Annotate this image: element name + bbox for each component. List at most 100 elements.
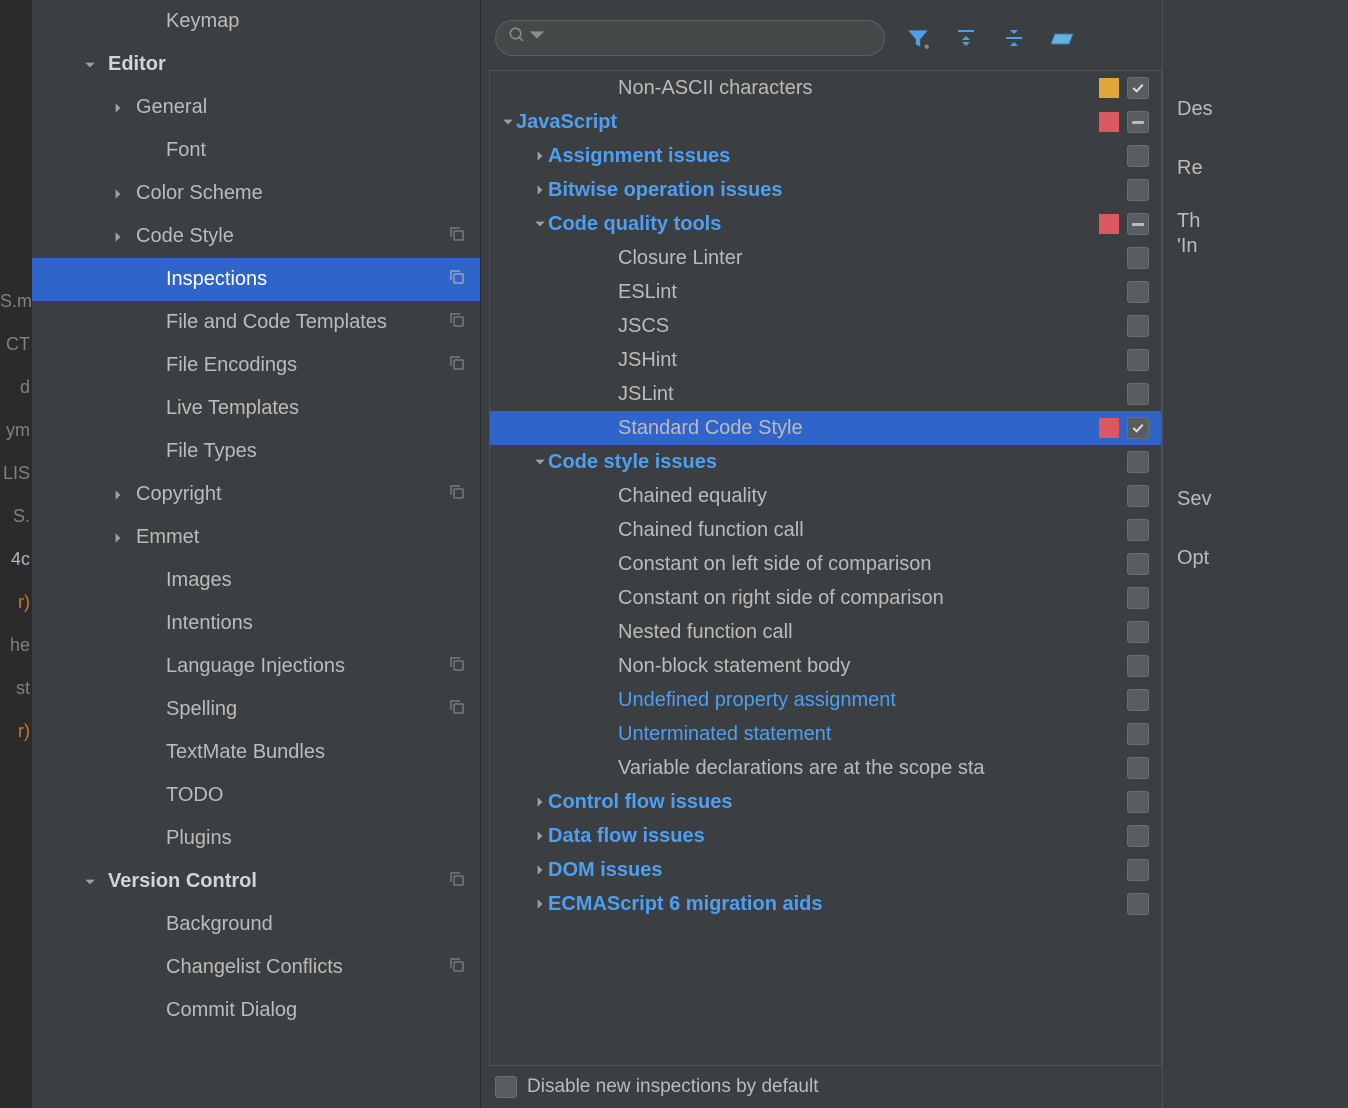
inspection-row[interactable]: Standard Code Style [490, 411, 1161, 445]
sidebar-item-plugins[interactable]: Plugins [32, 817, 480, 860]
inspection-row[interactable]: Non-block statement body [490, 649, 1161, 683]
collapse-all-button[interactable] [999, 23, 1029, 53]
inspection-checkbox[interactable] [1127, 179, 1149, 201]
inspection-row[interactable]: DOM issues [490, 853, 1161, 887]
sidebar-item-intentions[interactable]: Intentions [32, 602, 480, 645]
inspection-checkbox[interactable] [1127, 417, 1149, 439]
tree-arrow-icon [110, 231, 126, 243]
search-box[interactable] [495, 20, 885, 56]
inspection-checkbox[interactable] [1127, 111, 1149, 133]
inspection-row[interactable]: Control flow issues [490, 785, 1161, 819]
inspection-label: Code style issues [548, 451, 1127, 474]
inspection-row[interactable]: ECMAScript 6 migration aids [490, 887, 1161, 921]
sidebar-item-images[interactable]: Images [32, 559, 480, 602]
sidebar-item-inspections[interactable]: Inspections [32, 258, 480, 301]
inspections-tree[interactable]: Non-ASCII charactersJavaScriptAssignment… [489, 70, 1162, 1066]
inspection-checkbox[interactable] [1127, 349, 1149, 371]
inspection-checkbox[interactable] [1127, 383, 1149, 405]
inspection-checkbox[interactable] [1127, 757, 1149, 779]
inspection-checkbox[interactable] [1127, 655, 1149, 677]
sidebar-item-textmate-bundles[interactable]: TextMate Bundles [32, 731, 480, 774]
tree-arrow-icon [532, 796, 548, 808]
inspection-row[interactable]: JavaScript [490, 105, 1161, 139]
inspection-checkbox[interactable] [1127, 145, 1149, 167]
sidebar-item-copyright[interactable]: Copyright [32, 473, 480, 516]
inspection-row[interactable]: Constant on left side of comparison [490, 547, 1161, 581]
sidebar-item-changelist-conflicts[interactable]: Changelist Conflicts [32, 946, 480, 989]
settings-sidebar: KeymapEditorGeneral Font Color SchemeCode … [32, 0, 480, 1108]
sidebar-item-todo[interactable]: TODO [32, 774, 480, 817]
inspection-label: Bitwise operation issues [548, 179, 1127, 202]
sidebar-item-file-and-code-templates[interactable]: File and Code Templates [32, 301, 480, 344]
sidebar-item-font[interactable]: Font [32, 129, 480, 172]
inspection-checkbox[interactable] [1127, 621, 1149, 643]
inspection-checkbox[interactable] [1127, 77, 1149, 99]
inspection-label: Undefined property assignment [618, 689, 1127, 712]
reset-button[interactable] [1047, 23, 1077, 53]
sidebar-item-file-types[interactable]: File Types [32, 430, 480, 473]
sidebar-item-spelling[interactable]: Spelling [32, 688, 480, 731]
inspection-checkbox[interactable] [1127, 213, 1149, 235]
inspection-row[interactable]: Closure Linter [490, 241, 1161, 275]
sidebar-item-version-control[interactable]: Version Control [32, 860, 480, 903]
inspection-checkbox[interactable] [1127, 315, 1149, 337]
inspection-checkbox[interactable] [1127, 791, 1149, 813]
inspection-checkbox[interactable] [1127, 587, 1149, 609]
inspection-row[interactable]: JSHint [490, 343, 1161, 377]
sidebar-item-code-style[interactable]: Code Style [32, 215, 480, 258]
inspection-row[interactable]: ESLint [490, 275, 1161, 309]
sidebar-item-editor[interactable]: Editor [32, 43, 480, 86]
inspection-checkbox[interactable] [1127, 723, 1149, 745]
tree-arrow-icon [532, 218, 548, 230]
severity-indicator [1099, 112, 1119, 132]
sidebar-item-commit-dialog[interactable]: Commit Dialog [32, 989, 480, 1032]
inspection-row[interactable]: Undefined property assignment [490, 683, 1161, 717]
sidebar-item-emmet[interactable]: Emmet [32, 516, 480, 559]
expand-all-button[interactable] [951, 23, 981, 53]
inspection-checkbox[interactable] [1127, 859, 1149, 881]
sidebar-item-label: Live Templates [166, 397, 480, 420]
inspection-row[interactable]: Constant on right side of comparison [490, 581, 1161, 615]
inspection-row[interactable]: Code quality tools [490, 207, 1161, 241]
inspection-row[interactable]: Variable declarations are at the scope s… [490, 751, 1161, 785]
inspection-row[interactable]: Bitwise operation issues [490, 173, 1161, 207]
sidebar-item-color-scheme[interactable]: Color Scheme [32, 172, 480, 215]
inspection-row[interactable]: Chained equality [490, 479, 1161, 513]
inspection-label: Chained function call [618, 519, 1127, 542]
inspection-checkbox[interactable] [1127, 451, 1149, 473]
inspection-checkbox[interactable] [1127, 553, 1149, 575]
inspection-label: JSLint [618, 383, 1127, 406]
inspection-row[interactable]: Assignment issues [490, 139, 1161, 173]
inspection-row[interactable]: Chained function call [490, 513, 1161, 547]
inspection-row[interactable]: Data flow issues [490, 819, 1161, 853]
disable-new-checkbox[interactable] [495, 1076, 517, 1098]
sidebar-item-keymap[interactable]: Keymap [32, 0, 480, 43]
inspection-checkbox[interactable] [1127, 247, 1149, 269]
inspection-row[interactable]: JSLint [490, 377, 1161, 411]
inspection-checkbox[interactable] [1127, 825, 1149, 847]
sidebar-item-label: Font [166, 139, 480, 162]
inspection-row[interactable]: JSCS [490, 309, 1161, 343]
sidebar-item-general[interactable]: General [32, 86, 480, 129]
filter-button[interactable] [903, 23, 933, 53]
inspection-row[interactable]: Nested function call [490, 615, 1161, 649]
search-input[interactable] [554, 28, 872, 49]
tree-arrow-icon [532, 898, 548, 910]
sidebar-item-label: TODO [166, 784, 480, 807]
sidebar-item-background[interactable]: Background [32, 903, 480, 946]
inspection-row[interactable]: Code style issues [490, 445, 1161, 479]
inspection-checkbox[interactable] [1127, 485, 1149, 507]
sidebar-item-language-injections[interactable]: Language Injections [32, 645, 480, 688]
sidebar-item-label: Language Injections [166, 655, 448, 678]
inspection-row[interactable]: Unterminated statement [490, 717, 1161, 751]
inspection-checkbox[interactable] [1127, 281, 1149, 303]
inspection-checkbox[interactable] [1127, 519, 1149, 541]
sidebar-item-live-templates[interactable]: Live Templates [32, 387, 480, 430]
inspection-checkbox[interactable] [1127, 893, 1149, 915]
inspection-checkbox[interactable] [1127, 689, 1149, 711]
sidebar-item-file-encodings[interactable]: File Encodings [32, 344, 480, 387]
inspection-row[interactable]: Non-ASCII characters [490, 71, 1161, 105]
sidebar-item-label: Inspections [166, 268, 448, 291]
sidebar-item-label: File Encodings [166, 354, 448, 377]
inspection-label: Code quality tools [548, 213, 1099, 236]
